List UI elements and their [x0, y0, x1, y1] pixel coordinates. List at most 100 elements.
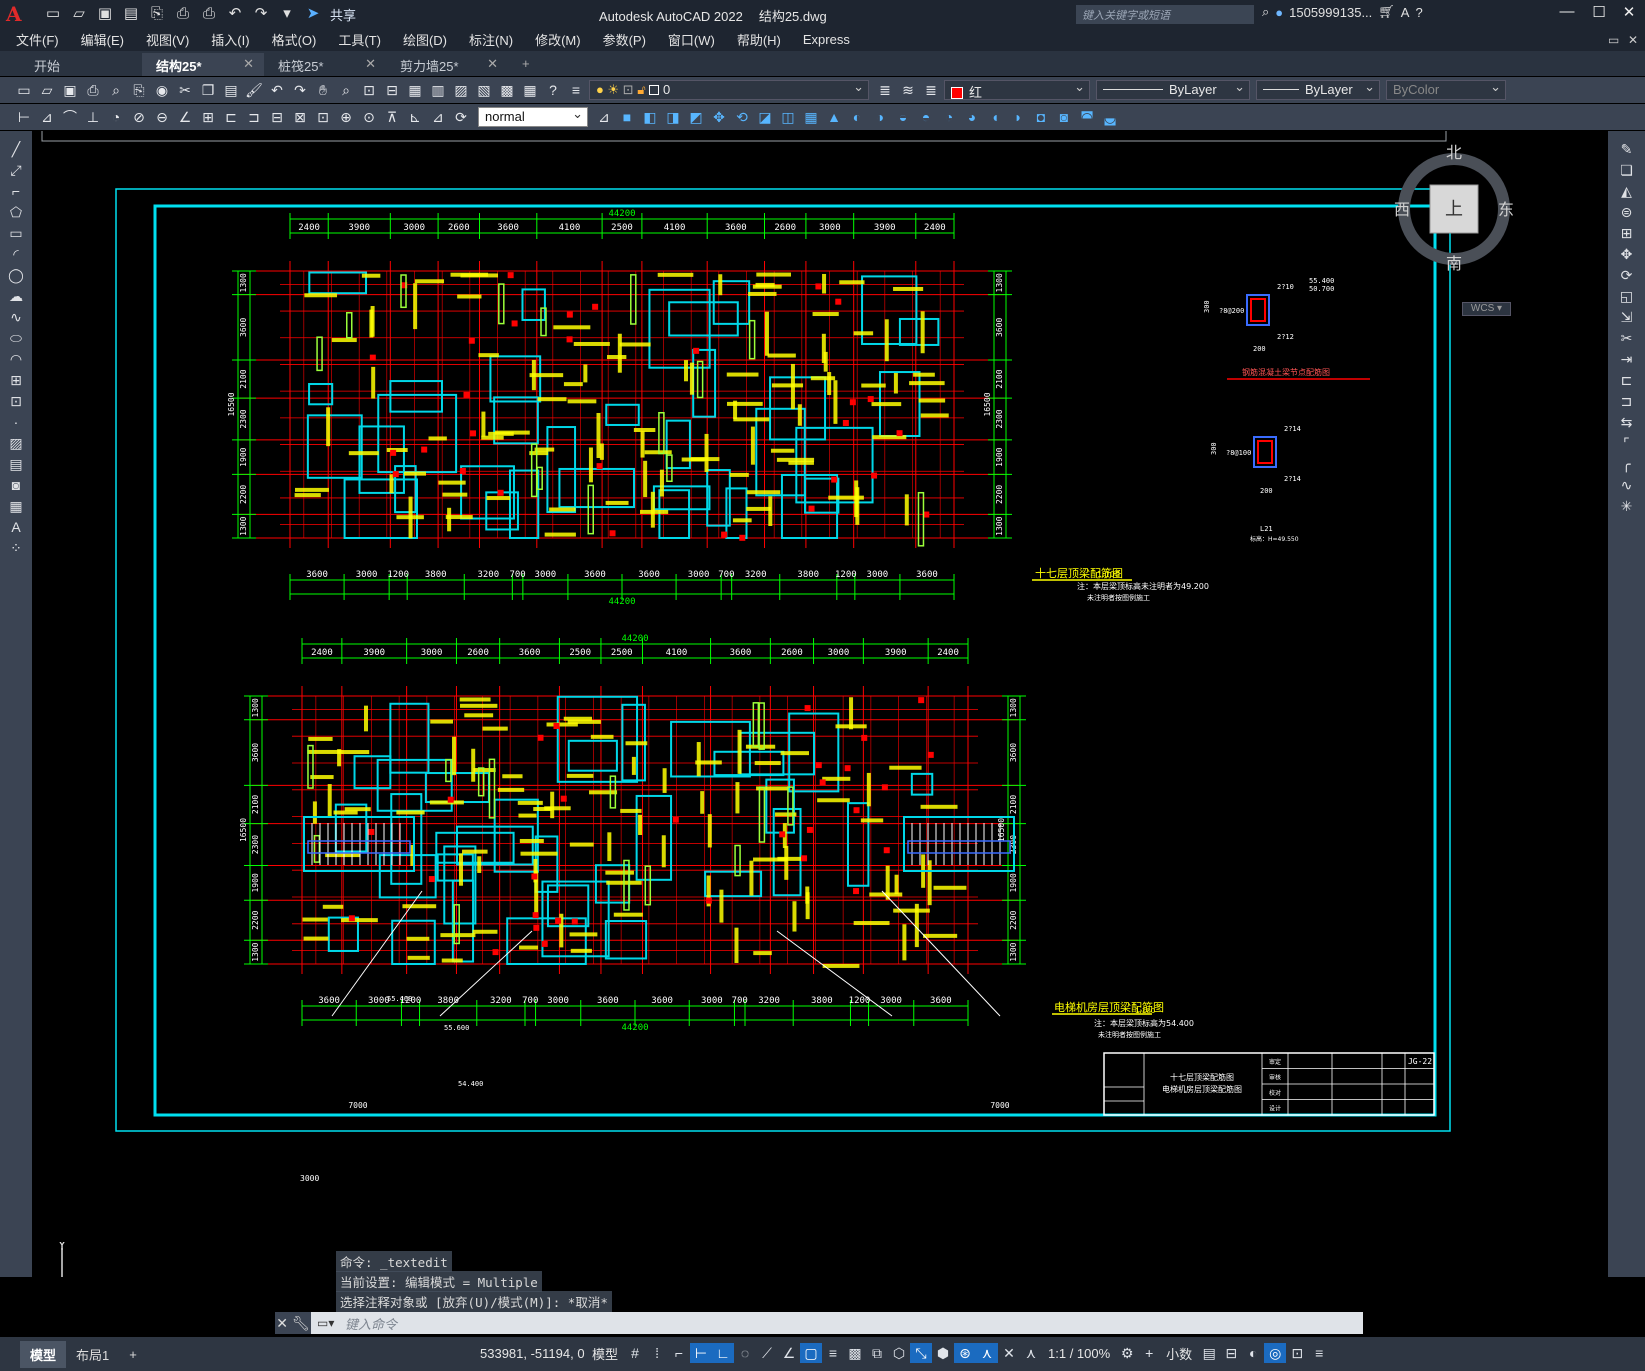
box-icon[interactable]: ■	[617, 108, 637, 126]
clean-screen-icon[interactable]: ⊡	[1286, 1343, 1308, 1363]
calculator-icon[interactable]: ▦	[520, 81, 540, 99]
fillet-icon[interactable]: ╭	[1608, 456, 1645, 477]
lineweight-combo[interactable]: ByLayer	[1256, 79, 1380, 100]
construction-line-icon[interactable]: ⤢	[0, 162, 32, 183]
gizmo-icon[interactable]: ⊛	[954, 1343, 977, 1363]
add-selected-icon[interactable]: ⁘	[0, 540, 32, 561]
array-icon[interactable]: ⊞	[1608, 225, 1645, 246]
dynamic-input-icon[interactable]: ⊢	[690, 1343, 713, 1363]
loft-icon[interactable]: ◒	[893, 108, 913, 126]
viewcube[interactable]: 上 北 南 东 西	[1394, 141, 1514, 281]
tab-start[interactable]: 开始	[20, 53, 142, 76]
cart-icon[interactable]: 🛒︎	[1378, 4, 1395, 20]
menu-edit[interactable]: 编辑(E)	[81, 30, 124, 49]
dim-update-icon[interactable]: ⟳	[451, 108, 471, 126]
close-tab-icon[interactable]: ✕	[365, 56, 376, 72]
subtract-icon[interactable]: ◨	[663, 108, 683, 126]
break-icon[interactable]: ⊐	[1608, 393, 1645, 414]
move-icon[interactable]: ✥	[1608, 246, 1645, 267]
plotstyle-combo[interactable]: ByColor	[1386, 79, 1506, 100]
plot-icon[interactable]: ⎙	[83, 81, 103, 99]
menu-help[interactable]: 帮助(H)	[737, 30, 781, 49]
dropdown-icon[interactable]: ▾	[276, 4, 298, 24]
redo-icon[interactable]: ↷	[290, 81, 310, 99]
center-mark-icon[interactable]: ⊕	[336, 108, 356, 126]
markup-icon[interactable]: ▩	[497, 81, 517, 99]
menu-view[interactable]: 视图(V)	[146, 30, 189, 49]
dim-break-icon[interactable]: ⊠	[290, 108, 310, 126]
zoom-realtime-icon[interactable]: ⌕	[336, 81, 356, 99]
continue-icon[interactable]: ⊐	[244, 108, 264, 126]
mirror3d-icon[interactable]: ◫	[778, 108, 798, 126]
compass-west[interactable]: 西	[1394, 200, 1410, 219]
mtext-icon[interactable]: A	[0, 519, 32, 540]
save-icon[interactable]: ▣	[60, 81, 80, 99]
open-web-icon[interactable]: ⎘	[146, 4, 168, 24]
open-icon[interactable]: ▱	[68, 4, 90, 24]
help-icon[interactable]: ?	[1415, 5, 1422, 20]
close-button[interactable]: ✕	[1617, 3, 1641, 21]
extrude-icon[interactable]: ▲	[824, 108, 844, 126]
rectangle-icon[interactable]: ▭	[0, 225, 32, 246]
break-point-icon[interactable]: ⊏	[1608, 372, 1645, 393]
grid-icon[interactable]: #	[624, 1343, 646, 1363]
menu-modify[interactable]: 修改(M)	[535, 30, 581, 49]
section-icon[interactable]: ◔	[939, 108, 959, 126]
revcloud-icon[interactable]: ☁︎	[0, 288, 32, 309]
tab-model[interactable]: 模型	[20, 1340, 67, 1368]
point-icon[interactable]: ·	[0, 414, 32, 435]
dim-style-combo[interactable]: normal	[478, 106, 588, 127]
rotate-icon[interactable]: ⟳	[1608, 267, 1645, 288]
insert-block-icon[interactable]: ⊞	[0, 372, 32, 393]
menu-dimension[interactable]: 标注(N)	[469, 30, 513, 49]
maximize-button[interactable]: ☐	[1587, 3, 1611, 21]
linear-dim-icon[interactable]: ⊢	[14, 108, 34, 126]
annotation-visibility-icon[interactable]: ⋏	[976, 1343, 999, 1363]
region-icon[interactable]: ◙	[0, 477, 32, 498]
sheet-set-icon[interactable]: ▧	[474, 81, 494, 99]
ellipse-icon[interactable]: ⬭	[0, 330, 32, 351]
command-recent-icon[interactable]: ▭▾	[311, 1316, 345, 1330]
chamfer-icon[interactable]: ⌜	[1608, 435, 1645, 456]
save-as-icon[interactable]: ▤	[120, 4, 142, 24]
polar-icon[interactable]: ◌	[734, 1343, 756, 1363]
units-value[interactable]: 小数	[1166, 1344, 1192, 1363]
save-icon[interactable]: ▣	[94, 4, 116, 24]
restore-doc-icon[interactable]: ▭	[1608, 33, 1619, 47]
transparency-icon[interactable]: ▩	[844, 1343, 866, 1363]
baseline-icon[interactable]: ⊏	[221, 108, 241, 126]
hatch-icon[interactable]: ▨	[0, 435, 32, 456]
make-current-icon[interactable]: ≣	[875, 81, 895, 99]
move3d-icon[interactable]: ✥	[709, 108, 729, 126]
thicken-icon[interactable]: ◚	[1077, 108, 1097, 126]
jogged-linear-icon[interactable]: ⊼	[382, 108, 402, 126]
compass-east[interactable]: 东	[1498, 200, 1514, 219]
tab-zhuangfa25[interactable]: 桩筏25* ✕	[264, 53, 386, 76]
radius-icon[interactable]: ◔	[106, 108, 126, 126]
menu-parametric[interactable]: 参数(P)	[603, 30, 646, 49]
undo-icon[interactable]: ↶	[224, 4, 246, 24]
annotation-scale-value[interactable]: 1:1 / 100%	[1048, 1346, 1110, 1361]
menu-express[interactable]: Express	[803, 32, 850, 47]
hardware-acceleration-icon[interactable]: ◎	[1264, 1343, 1287, 1363]
polyline-icon[interactable]: ⌐	[0, 183, 32, 204]
tab-jianliqiang25[interactable]: 剪力墙25* ✕	[386, 53, 508, 76]
command-input[interactable]: 键入命令	[345, 1314, 397, 1333]
close-doc-icon[interactable]: ✕	[1628, 33, 1638, 47]
arc-icon[interactable]: ◜	[0, 246, 32, 267]
dim-space-icon[interactable]: ⊟	[267, 108, 287, 126]
sweep-icon[interactable]: ◑	[870, 108, 890, 126]
stretch-icon[interactable]: ⇲	[1608, 309, 1645, 330]
paste-icon[interactable]: ▤	[221, 81, 241, 99]
object-snap-icon[interactable]: ▢	[800, 1343, 823, 1363]
intersect-icon[interactable]: ◩	[686, 108, 706, 126]
separate-icon[interactable]: ◗	[1008, 108, 1028, 126]
design-center-icon[interactable]: ▥	[428, 81, 448, 99]
close-tab-icon[interactable]: ✕	[487, 56, 498, 72]
inspect-icon[interactable]: ⊙	[359, 108, 379, 126]
copy-icon[interactable]: ❐	[198, 81, 218, 99]
menu-insert[interactable]: 插入(I)	[211, 30, 249, 49]
undo-icon[interactable]: ↶	[267, 81, 287, 99]
user-name[interactable]: 1505999135...	[1289, 5, 1372, 20]
add-layout-button[interactable]: +	[119, 1343, 147, 1366]
